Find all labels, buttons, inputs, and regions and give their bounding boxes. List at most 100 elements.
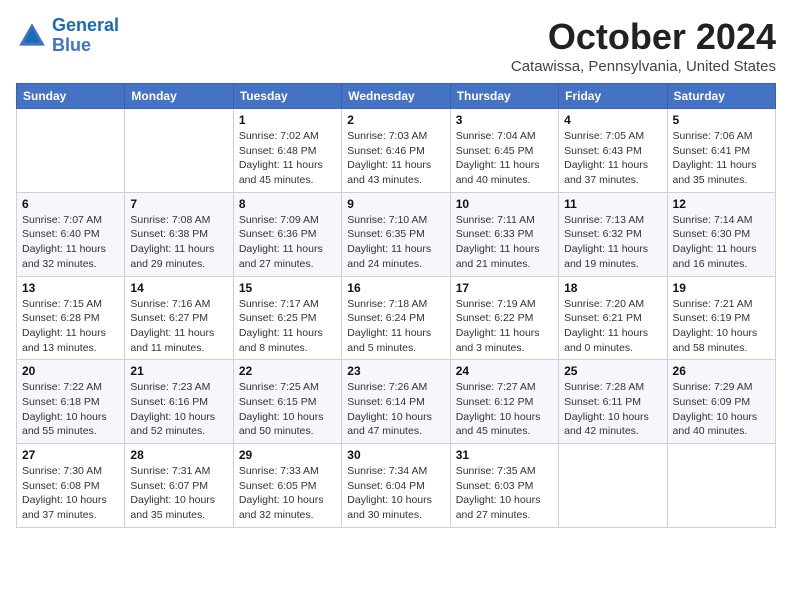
logo-text: General Blue: [52, 16, 119, 56]
logo-line2: Blue: [52, 35, 91, 55]
day-info: Sunrise: 7:33 AM Sunset: 6:05 PM Dayligh…: [239, 464, 336, 523]
calendar-cell: 30 Sunrise: 7:34 AM Sunset: 6:04 PM Dayli…: [342, 444, 450, 528]
day-number: 22: [239, 364, 336, 378]
weekday-header: Thursday: [450, 84, 558, 109]
logo: General Blue: [16, 16, 119, 56]
calendar-cell: 4Sunrise: 7:05 AM Sunset: 6:43 PM Daylig…: [559, 109, 667, 193]
calendar-week-row: 20 Sunrise: 7:22 AM Sunset: 6:18 PM Dayli…: [17, 360, 776, 444]
calendar-cell: 6 Sunrise: 7:07 AM Sunset: 6:40 PM Daylig…: [17, 192, 125, 276]
day-number: 11: [564, 197, 661, 211]
day-number: 21: [130, 364, 227, 378]
day-info: Sunrise: 7:03 AM Sunset: 6:46 PM Dayligh…: [347, 129, 444, 188]
calendar-cell: [559, 444, 667, 528]
day-number: 13: [22, 281, 119, 295]
calendar-cell: 5Sunrise: 7:06 AM Sunset: 6:41 PM Daylig…: [667, 109, 775, 193]
calendar-cell: 31Sunrise: 7:35 AM Sunset: 6:03 PM Dayli…: [450, 444, 558, 528]
calendar-cell: 14Sunrise: 7:16 AM Sunset: 6:27 PM Dayli…: [125, 276, 233, 360]
calendar-cell: [17, 109, 125, 193]
day-number: 26: [673, 364, 770, 378]
day-number: 28: [130, 448, 227, 462]
day-info: Sunrise: 7:14 AM Sunset: 6:30 PM Dayligh…: [673, 213, 770, 272]
day-info: Sunrise: 7:26 AM Sunset: 6:14 PM Dayligh…: [347, 380, 444, 439]
calendar-cell: 29 Sunrise: 7:33 AM Sunset: 6:05 PM Dayli…: [233, 444, 341, 528]
page-header: General Blue October 2024 Catawissa, Pen…: [16, 16, 776, 75]
day-info: Sunrise: 7:28 AM Sunset: 6:11 PM Dayligh…: [564, 380, 661, 439]
day-number: 15: [239, 281, 336, 295]
day-number: 18: [564, 281, 661, 295]
day-info: Sunrise: 7:35 AM Sunset: 6:03 PM Dayligh…: [456, 464, 553, 523]
calendar-cell: 19Sunrise: 7:21 AM Sunset: 6:19 PM Dayli…: [667, 276, 775, 360]
calendar-cell: 27Sunrise: 7:30 AM Sunset: 6:08 PM Dayli…: [17, 444, 125, 528]
calendar-cell: 20 Sunrise: 7:22 AM Sunset: 6:18 PM Dayli…: [17, 360, 125, 444]
day-info: Sunrise: 7:13 AM Sunset: 6:32 PM Dayligh…: [564, 213, 661, 272]
day-number: 6: [22, 197, 119, 211]
calendar-cell: 3 Sunrise: 7:04 AM Sunset: 6:45 PM Daylig…: [450, 109, 558, 193]
weekday-header-row: SundayMondayTuesdayWednesdayThursdayFrid…: [17, 84, 776, 109]
calendar-cell: 7Sunrise: 7:08 AM Sunset: 6:38 PM Daylig…: [125, 192, 233, 276]
calendar-cell: 23Sunrise: 7:26 AM Sunset: 6:14 PM Dayli…: [342, 360, 450, 444]
month-title: October 2024: [511, 16, 776, 58]
day-number: 24: [456, 364, 553, 378]
day-number: 30: [347, 448, 444, 462]
subtitle: Catawissa, Pennsylvania, United States: [511, 58, 776, 75]
calendar-cell: 12 Sunrise: 7:14 AM Sunset: 6:30 PM Dayli…: [667, 192, 775, 276]
day-number: 25: [564, 364, 661, 378]
calendar-cell: [125, 109, 233, 193]
calendar-cell: 15Sunrise: 7:17 AM Sunset: 6:25 PM Dayli…: [233, 276, 341, 360]
calendar-table: SundayMondayTuesdayWednesdayThursdayFrid…: [16, 83, 776, 528]
day-info: Sunrise: 7:04 AM Sunset: 6:45 PM Dayligh…: [456, 129, 553, 188]
calendar-week-row: 1Sunrise: 7:02 AM Sunset: 6:48 PM Daylig…: [17, 109, 776, 193]
day-number: 29: [239, 448, 336, 462]
weekday-header: Saturday: [667, 84, 775, 109]
title-block: October 2024 Catawissa, Pennsylvania, Un…: [511, 16, 776, 75]
day-info: Sunrise: 7:27 AM Sunset: 6:12 PM Dayligh…: [456, 380, 553, 439]
calendar-cell: 1Sunrise: 7:02 AM Sunset: 6:48 PM Daylig…: [233, 109, 341, 193]
day-info: Sunrise: 7:07 AM Sunset: 6:40 PM Dayligh…: [22, 213, 119, 272]
day-number: 9: [347, 197, 444, 211]
calendar-cell: [667, 444, 775, 528]
day-number: 27: [22, 448, 119, 462]
day-info: Sunrise: 7:29 AM Sunset: 6:09 PM Dayligh…: [673, 380, 770, 439]
logo-line1: General: [52, 15, 119, 35]
day-info: Sunrise: 7:16 AM Sunset: 6:27 PM Dayligh…: [130, 297, 227, 356]
day-number: 12: [673, 197, 770, 211]
day-info: Sunrise: 7:22 AM Sunset: 6:18 PM Dayligh…: [22, 380, 119, 439]
calendar-cell: 25 Sunrise: 7:28 AM Sunset: 6:11 PM Dayli…: [559, 360, 667, 444]
weekday-header: Sunday: [17, 84, 125, 109]
day-info: Sunrise: 7:11 AM Sunset: 6:33 PM Dayligh…: [456, 213, 553, 272]
day-info: Sunrise: 7:10 AM Sunset: 6:35 PM Dayligh…: [347, 213, 444, 272]
calendar-cell: 22 Sunrise: 7:25 AM Sunset: 6:15 PM Dayli…: [233, 360, 341, 444]
calendar-cell: 10 Sunrise: 7:11 AM Sunset: 6:33 PM Dayli…: [450, 192, 558, 276]
day-info: Sunrise: 7:23 AM Sunset: 6:16 PM Dayligh…: [130, 380, 227, 439]
day-number: 16: [347, 281, 444, 295]
day-info: Sunrise: 7:31 AM Sunset: 6:07 PM Dayligh…: [130, 464, 227, 523]
calendar-week-row: 27Sunrise: 7:30 AM Sunset: 6:08 PM Dayli…: [17, 444, 776, 528]
weekday-header: Tuesday: [233, 84, 341, 109]
day-info: Sunrise: 7:25 AM Sunset: 6:15 PM Dayligh…: [239, 380, 336, 439]
weekday-header: Monday: [125, 84, 233, 109]
day-info: Sunrise: 7:15 AM Sunset: 6:28 PM Dayligh…: [22, 297, 119, 356]
calendar-cell: 21 Sunrise: 7:23 AM Sunset: 6:16 PM Dayli…: [125, 360, 233, 444]
calendar-week-row: 13 Sunrise: 7:15 AM Sunset: 6:28 PM Dayli…: [17, 276, 776, 360]
calendar-cell: 9 Sunrise: 7:10 AM Sunset: 6:35 PM Daylig…: [342, 192, 450, 276]
day-info: Sunrise: 7:05 AM Sunset: 6:43 PM Dayligh…: [564, 129, 661, 188]
weekday-header: Friday: [559, 84, 667, 109]
day-info: Sunrise: 7:09 AM Sunset: 6:36 PM Dayligh…: [239, 213, 336, 272]
day-info: Sunrise: 7:21 AM Sunset: 6:19 PM Dayligh…: [673, 297, 770, 356]
calendar-cell: 24 Sunrise: 7:27 AM Sunset: 6:12 PM Dayli…: [450, 360, 558, 444]
calendar-cell: 17Sunrise: 7:19 AM Sunset: 6:22 PM Dayli…: [450, 276, 558, 360]
day-number: 3: [456, 113, 553, 127]
day-info: Sunrise: 7:34 AM Sunset: 6:04 PM Dayligh…: [347, 464, 444, 523]
calendar-week-row: 6 Sunrise: 7:07 AM Sunset: 6:40 PM Daylig…: [17, 192, 776, 276]
calendar-cell: 16Sunrise: 7:18 AM Sunset: 6:24 PM Dayli…: [342, 276, 450, 360]
day-number: 8: [239, 197, 336, 211]
calendar-cell: 13 Sunrise: 7:15 AM Sunset: 6:28 PM Dayli…: [17, 276, 125, 360]
weekday-header: Wednesday: [342, 84, 450, 109]
calendar-cell: 11 Sunrise: 7:13 AM Sunset: 6:32 PM Dayli…: [559, 192, 667, 276]
day-number: 17: [456, 281, 553, 295]
day-number: 5: [673, 113, 770, 127]
calendar-cell: 2Sunrise: 7:03 AM Sunset: 6:46 PM Daylig…: [342, 109, 450, 193]
day-number: 10: [456, 197, 553, 211]
calendar-cell: 18Sunrise: 7:20 AM Sunset: 6:21 PM Dayli…: [559, 276, 667, 360]
day-number: 20: [22, 364, 119, 378]
